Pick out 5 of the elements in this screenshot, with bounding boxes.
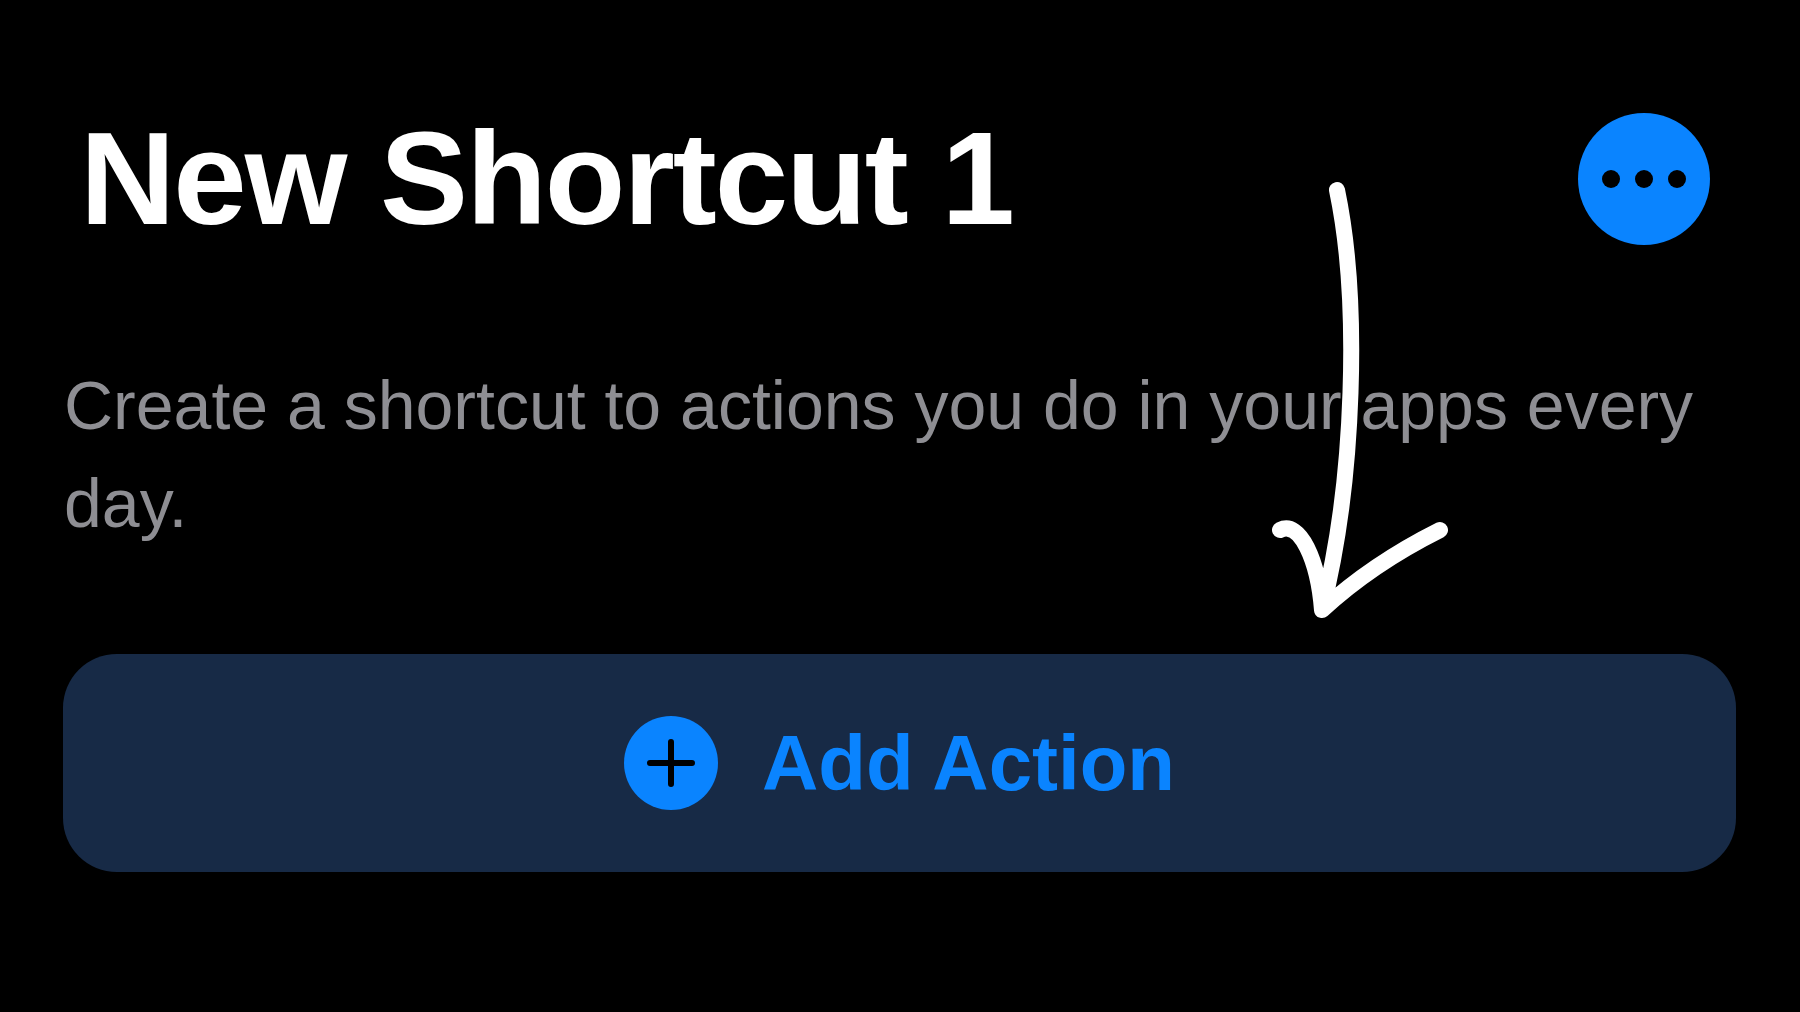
shortcut-title: New Shortcut 1: [80, 104, 1013, 254]
ellipsis-icon: [1601, 169, 1687, 190]
add-action-button[interactable]: Add Action: [63, 654, 1736, 873]
plus-circle-icon: [623, 716, 718, 811]
description-text: Create a shortcut to actions you do in your apps every day.: [64, 366, 1695, 544]
